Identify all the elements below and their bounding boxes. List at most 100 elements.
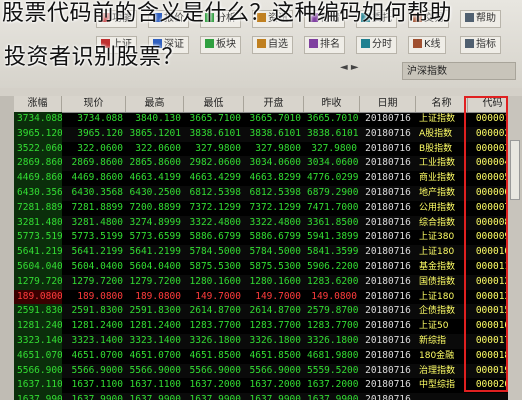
table-row[interactable]: 1637.1100 1637.1100 1637.1100 1637.2000 1637… (14, 378, 518, 394)
toolbar-icon (257, 39, 266, 48)
quote-table: 涨幅 现价 最高 最低 开盘 昨收 日期 名称 代码 3734.088 3734.088 3840.… (14, 96, 518, 400)
cell-high: 2865.8600 (129, 157, 181, 169)
column-header-left[interactable]: 涨幅 (14, 96, 62, 112)
cell-open: 4651.8500 (249, 349, 301, 361)
cell-low: 7372.1299 (189, 201, 241, 213)
cell-left: 3281.4800 (14, 215, 62, 231)
cell-price: 4651.0700 (71, 349, 123, 361)
cell-prev: 3034.0600 (307, 157, 359, 169)
table-row[interactable]: 3734.088 3734.088 3840.130 3665.7100 3665.70… (14, 112, 518, 127)
cell-date: 20180716 (365, 231, 411, 243)
cell-name: B股指数 (419, 143, 453, 154)
table-row[interactable]: 2591.8300 2591.8300 2591.8300 2614.8700 2614… (14, 304, 518, 320)
cell-date: 20180716 (365, 349, 411, 361)
cell-low: 1283.7700 (189, 320, 241, 332)
table-row[interactable]: 3522.0600 322.0600 322.0600 327.9800 327.980… (14, 141, 518, 157)
cell-name: 公用指数 (419, 202, 456, 213)
cell-low: 2982.0600 (189, 157, 241, 169)
market-selector[interactable]: 沪深指数 (402, 62, 516, 80)
toolbar-button-row2-2[interactable]: 板块 (200, 36, 241, 54)
cell-prev: 4681.9800 (307, 349, 359, 361)
cell-date: 20180716 (365, 142, 411, 154)
cell-name: 基金指数 (419, 262, 456, 272)
cell-name: 新综指 (419, 336, 447, 346)
cell-date: 20180716 (365, 246, 411, 258)
left-panel-edge (0, 96, 14, 400)
cell-left: 2591.8300 (14, 304, 62, 320)
cell-left: 6430.3568 (14, 186, 62, 201)
cell-left: 5773.5199 (14, 230, 62, 246)
cell-left: 3522.0600 (14, 141, 62, 157)
table-row[interactable]: 2869.8600 2869.8600 2865.8600 2982.0600 3034… (14, 156, 518, 172)
toolbar-button-row2-3[interactable]: 自选 (252, 36, 293, 54)
cell-left: 2869.8600 (14, 156, 62, 172)
cell-price: 3965.120 (77, 127, 123, 139)
cell-low: 1637.2000 (189, 379, 241, 391)
cell-prev: 149.0800 (311, 290, 357, 302)
cell-price: 4469.8600 (71, 172, 123, 184)
toolbar-icon (205, 39, 214, 48)
toolbar-button-row2-5[interactable]: 分时 (356, 36, 397, 54)
cell-price: 6430.3568 (71, 187, 123, 198)
toolbar-button-row2-4[interactable]: 排名 (304, 36, 345, 54)
table-row[interactable]: 6430.3568 6430.3568 6430.2500 6812.5398 6812… (14, 186, 518, 201)
cell-low: 327.9800 (195, 142, 241, 154)
cell-low: 2614.8700 (189, 305, 241, 317)
cell-price: 2869.8600 (71, 157, 123, 169)
title-line-1: 股票代码前的含义是什么？这种编码如何帮助 (2, 1, 453, 26)
cell-date: 20180716 (365, 187, 411, 198)
cell-prev: 6879.2900 (307, 187, 359, 198)
toolbar-button-row2-6[interactable]: K线 (408, 36, 446, 54)
cell-date: 20180716 (365, 172, 411, 184)
cell-price: 1279.7200 (71, 275, 123, 287)
table-header: 涨幅 现价 最高 最低 开盘 昨收 日期 名称 代码 (14, 96, 518, 113)
cell-open: 7372.1299 (249, 201, 301, 213)
column-header-name[interactable]: 名称 (416, 96, 468, 112)
cell-price: 7281.8899 (71, 201, 123, 213)
cell-high: 5566.9000 (129, 364, 181, 376)
cell-left: 7281.8899 (14, 200, 62, 216)
cell-date: 20180716 (365, 320, 411, 332)
table-row[interactable]: 5566.9000 5566.9000 5566.9000 5566.9000 5566… (14, 363, 518, 379)
cell-prev: 4776.0299 (307, 172, 359, 184)
table-row[interactable]: 189.0800 189.0800 189.0800 149.7000 149.7000… (14, 289, 518, 305)
cell-left: 1637.9900 (14, 393, 62, 400)
table-row[interactable]: 4469.8600 4469.8600 4663.4199 4663.4299 4663… (14, 171, 518, 186)
cell-date: 20180716 (365, 335, 411, 346)
table-row[interactable]: 5604.0400 5604.0400 5604.0400 5875.5300 5875… (14, 260, 518, 275)
cell-high: 5604.0400 (129, 261, 181, 272)
cell-prev: 3665.7010 (307, 113, 359, 124)
column-header-high[interactable]: 最高 (126, 96, 184, 112)
cell-left: 4469.8600 (14, 171, 62, 186)
cell-low: 5784.5000 (189, 246, 241, 258)
toolbar-icon (361, 39, 370, 48)
cell-high: 322.0600 (135, 142, 181, 154)
table-row[interactable]: 1279.7200 1279.7200 1279.7200 1280.1600 1280… (14, 274, 518, 290)
table-row[interactable]: 1281.2400 1281.2400 1281.2400 1283.7700 1283… (14, 319, 518, 334)
table-row[interactable]: 5641.2199 5641.2199 5641.2199 5784.5000 5784… (14, 245, 518, 260)
column-header-price[interactable]: 现价 (62, 96, 126, 112)
cell-high: 1637.9900 (129, 394, 181, 400)
nav-arrows[interactable]: ◄ ► (340, 62, 359, 73)
cell-open: 5875.5300 (249, 261, 301, 272)
table-row[interactable]: 5773.5199 5773.5199 5773.6599 5886.6799 5886… (14, 230, 518, 246)
cell-name: 工业指数 (419, 158, 456, 169)
cell-open: 327.9800 (255, 142, 301, 154)
cell-name: 国债指数 (419, 276, 456, 287)
table-row[interactable]: 3323.1400 3323.1400 3323.1400 3326.1800 3326… (14, 334, 518, 349)
cell-name: 180金融 (419, 350, 455, 361)
toolbar-button-row2-7[interactable]: 指标 (460, 36, 501, 54)
cell-low: 5566.9000 (189, 364, 241, 376)
cell-left: 3965.120 (14, 126, 62, 142)
table-row[interactable]: 7281.8899 7281.8899 7200.8899 7372.1299 7372… (14, 200, 518, 216)
scrollbar-thumb[interactable] (510, 140, 520, 200)
cell-low: 3838.6101 (189, 127, 241, 139)
table-row[interactable]: 3965.120 3965.120 3865.1201 3838.6101 3838.6… (14, 126, 518, 142)
column-header-open[interactable]: 开盘 (244, 96, 304, 112)
column-header-low[interactable]: 最低 (184, 96, 244, 112)
column-header-prev[interactable]: 昨收 (304, 96, 360, 112)
table-row[interactable]: 3281.4800 3281.4800 3274.8999 3322.4800 3322… (14, 215, 518, 231)
table-row[interactable]: 4651.0700 4651.0700 4651.0700 4651.8500 4651… (14, 348, 518, 364)
column-header-date[interactable]: 日期 (360, 96, 416, 112)
table-row[interactable]: 1637.9900 1637.9900 1637.9900 1637.9900 1637… (14, 393, 518, 400)
